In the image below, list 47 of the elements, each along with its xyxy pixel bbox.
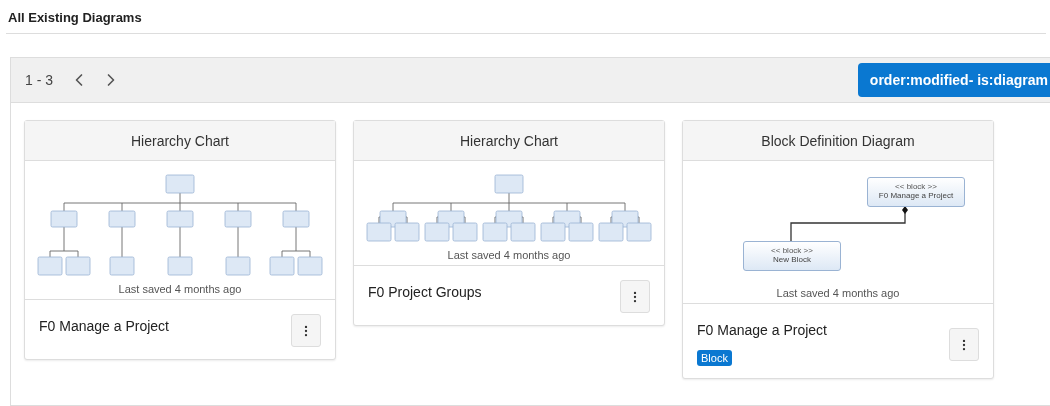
chart-node bbox=[452, 222, 478, 242]
chart-node bbox=[109, 256, 135, 276]
chart-node bbox=[626, 222, 652, 242]
chart-node bbox=[540, 222, 566, 242]
page-range: 1 - 3 bbox=[25, 72, 53, 88]
chart-node bbox=[510, 222, 536, 242]
diagram-card[interactable]: Hierarchy Chart Last saved 4 months ago F0 Project Groups bbox=[353, 120, 665, 326]
chart-node bbox=[224, 210, 252, 228]
diagram-type: Block Definition Diagram bbox=[683, 121, 993, 161]
chart-node bbox=[165, 174, 195, 194]
chart-node bbox=[297, 256, 323, 276]
block-stereotype: << block >> bbox=[895, 183, 937, 192]
block-label: F0 Manage a Project bbox=[878, 191, 954, 201]
more-options-button[interactable] bbox=[949, 328, 979, 361]
diagram-name: F0 Manage a Project bbox=[39, 317, 169, 334]
chart-node bbox=[108, 210, 136, 228]
chart-node bbox=[394, 222, 420, 242]
chart-node bbox=[494, 174, 524, 194]
chart-node bbox=[50, 210, 78, 228]
diagram-name: F0 Project Groups bbox=[368, 283, 482, 300]
last-saved-text: Last saved 4 months ago bbox=[776, 287, 900, 299]
more-options-button[interactable] bbox=[291, 314, 321, 347]
type-tag: Block bbox=[697, 350, 732, 366]
filter-button[interactable]: order:modified- is:diagram bbox=[857, 63, 1050, 97]
last-saved-text: Last saved 4 months ago bbox=[118, 283, 242, 295]
chart-node bbox=[482, 222, 508, 242]
page-title: All Existing Diagrams bbox=[7, 9, 143, 27]
chart-node bbox=[37, 256, 63, 276]
chart-node bbox=[568, 222, 594, 242]
diagram-type: Hierarchy Chart bbox=[25, 121, 335, 161]
chart-node bbox=[166, 210, 194, 228]
chart-node bbox=[65, 256, 91, 276]
diagram-type: Hierarchy Chart bbox=[354, 121, 664, 161]
block-label: New Block bbox=[773, 255, 811, 265]
chart-node bbox=[269, 256, 295, 276]
chart-node bbox=[598, 222, 624, 242]
diagram-card[interactable]: Block Definition Diagram << block >> F0 Manage a Project << block >> New Block Last saved 4 months ago F0 Manage a Project Block bbox=[682, 120, 994, 379]
chart-node bbox=[167, 256, 193, 276]
chart-node bbox=[225, 256, 251, 276]
last-saved-text: Last saved 4 months ago bbox=[447, 249, 571, 261]
chart-node bbox=[282, 210, 310, 228]
chart-node bbox=[424, 222, 450, 242]
diagram-card[interactable]: Hierarchy Chart Last saved 4 months ago F0 Manage a Project bbox=[24, 120, 336, 360]
diagram-name: F0 Manage a Project bbox=[697, 321, 827, 338]
block-stereotype: << block >> bbox=[771, 247, 813, 256]
more-options-button[interactable] bbox=[620, 280, 650, 313]
chart-node bbox=[366, 222, 392, 242]
